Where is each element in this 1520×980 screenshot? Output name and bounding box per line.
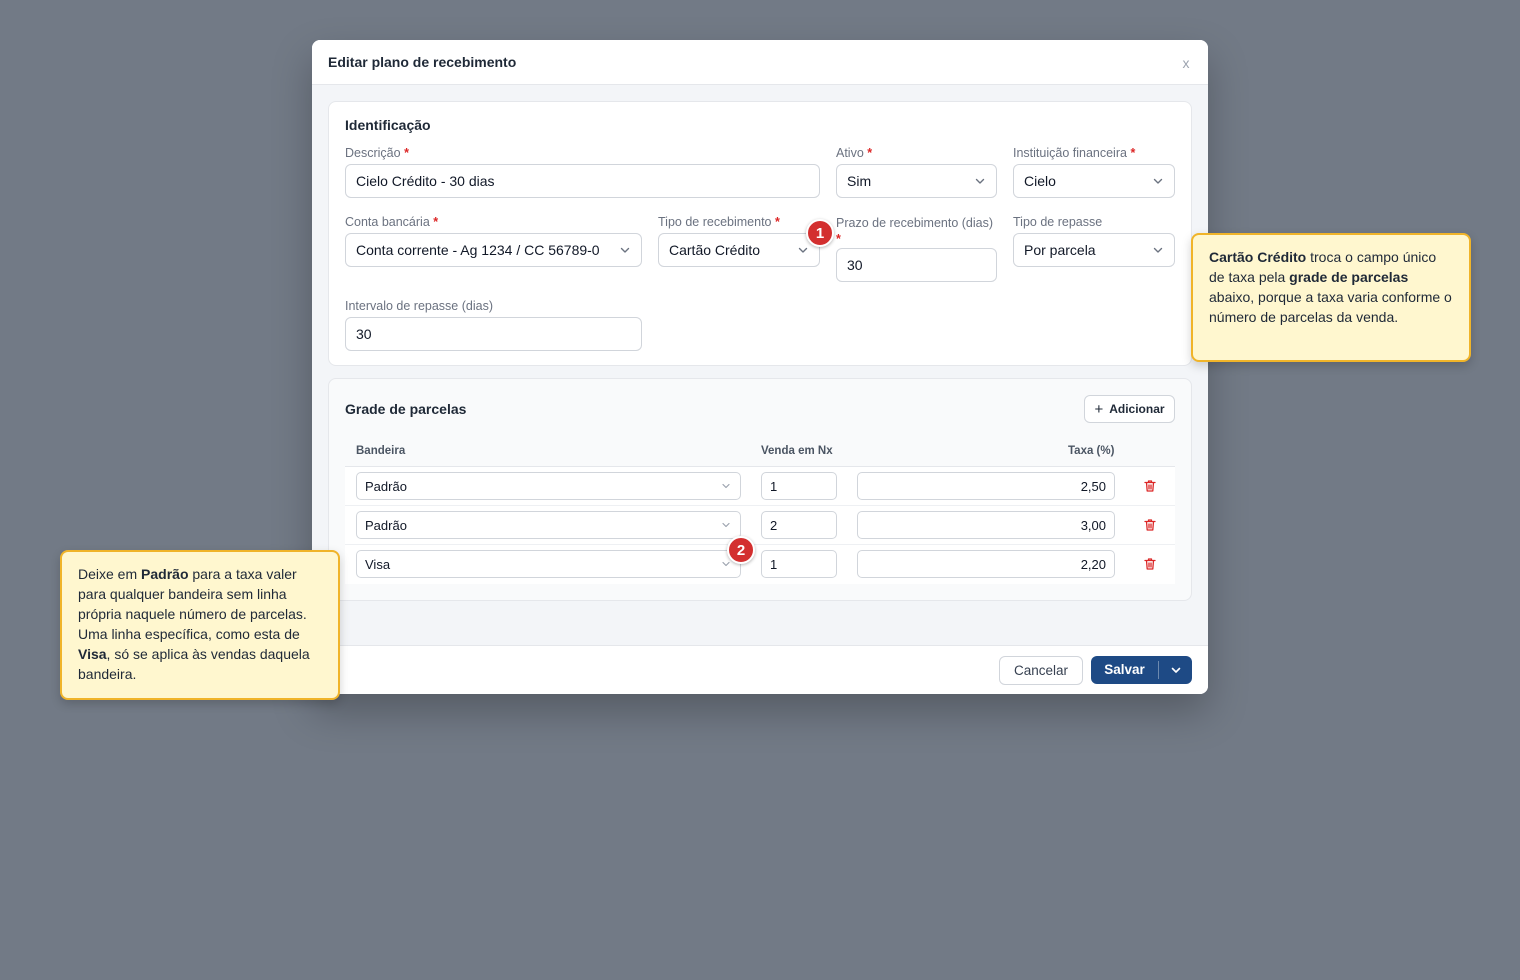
brand-select[interactable]: Padrão [356, 511, 741, 539]
identification-section: Identificação Descrição * Cielo Crédito … [328, 101, 1192, 366]
description-input[interactable]: Cielo Crédito - 30 dias [345, 164, 820, 198]
chevron-down-icon [1152, 244, 1164, 256]
rate-input[interactable]: 2,20 [857, 550, 1115, 578]
institution-select[interactable]: Cielo [1013, 164, 1175, 198]
chevron-down-icon [974, 175, 986, 187]
transfer-interval-label: Intervalo de repasse (dias) [345, 299, 493, 313]
chevron-down-icon [797, 244, 809, 256]
bank-account-label: Conta bancária * [345, 215, 439, 229]
installments-grid-section: Grade de parcelas + Adicionar Bandeira V… [328, 378, 1192, 601]
rate-input[interactable]: 3,00 [857, 511, 1115, 539]
institution-label: Instituição financeira * [1013, 146, 1136, 160]
column-header-bandeira: Bandeira [356, 445, 406, 457]
trash-icon[interactable] [1143, 557, 1157, 571]
transfer-type-label: Tipo de repasse [1013, 215, 1103, 229]
bank-account-select[interactable]: Conta corrente - Ag 1234 / CC 56789-0 [345, 233, 642, 267]
modal-footer: Cancelar Salvar [312, 645, 1208, 694]
active-select[interactable]: Sim [836, 164, 997, 198]
installments-input[interactable]: 1 [761, 550, 837, 578]
chevron-down-icon [619, 244, 631, 256]
receipt-type-select[interactable]: Cartão Crédito [658, 233, 820, 267]
modal-title: Editar plano de recebimento [328, 54, 517, 70]
chevron-down-icon[interactable] [1159, 664, 1192, 676]
close-icon[interactable]: x [1178, 54, 1194, 72]
column-header-venda: Venda em Nx [761, 445, 833, 457]
chevron-down-icon [1152, 175, 1164, 187]
column-header-taxa: Taxa (%) [1068, 445, 1115, 457]
tooltip-brand-default: Deixe em Padrão para a taxa valer para q… [60, 550, 340, 700]
save-button[interactable]: Salvar [1091, 656, 1192, 684]
installments-input[interactable]: 1 [761, 472, 837, 500]
section-title: Grade de parcelas [345, 401, 467, 417]
rate-input[interactable]: 2,50 [857, 472, 1115, 500]
brand-select[interactable]: Visa [356, 550, 741, 578]
chevron-down-icon [720, 519, 732, 531]
receipt-type-label: Tipo de recebimento * [658, 215, 780, 229]
tooltip-receipt-type: Cartão Crédito troca o campo único de ta… [1191, 233, 1471, 362]
annotation-badge-1: 1 [806, 219, 834, 247]
brand-select[interactable]: Padrão [356, 472, 741, 500]
cancel-button[interactable]: Cancelar [999, 656, 1083, 685]
trash-icon[interactable] [1143, 518, 1157, 532]
plus-icon: + [1094, 400, 1104, 418]
modal-header: Editar plano de recebimento x [312, 40, 1208, 85]
trash-icon[interactable] [1143, 479, 1157, 493]
description-label: Descrição * [345, 146, 409, 160]
receipt-term-label: Prazo de recebimento (dias) * [836, 216, 994, 246]
edit-plan-modal: Editar plano de recebimento x Identifica… [312, 40, 1208, 694]
active-label: Ativo * [836, 146, 873, 160]
receipt-term-input[interactable]: 30 [836, 248, 997, 282]
annotation-badge-2: 2 [727, 536, 755, 564]
add-button[interactable]: + Adicionar [1084, 395, 1175, 423]
transfer-interval-input[interactable]: 30 [345, 317, 642, 351]
section-title: Identificação [345, 117, 431, 133]
installments-input[interactable]: 2 [761, 511, 837, 539]
transfer-type-select[interactable]: Por parcela [1013, 233, 1175, 267]
chevron-down-icon [720, 480, 732, 492]
